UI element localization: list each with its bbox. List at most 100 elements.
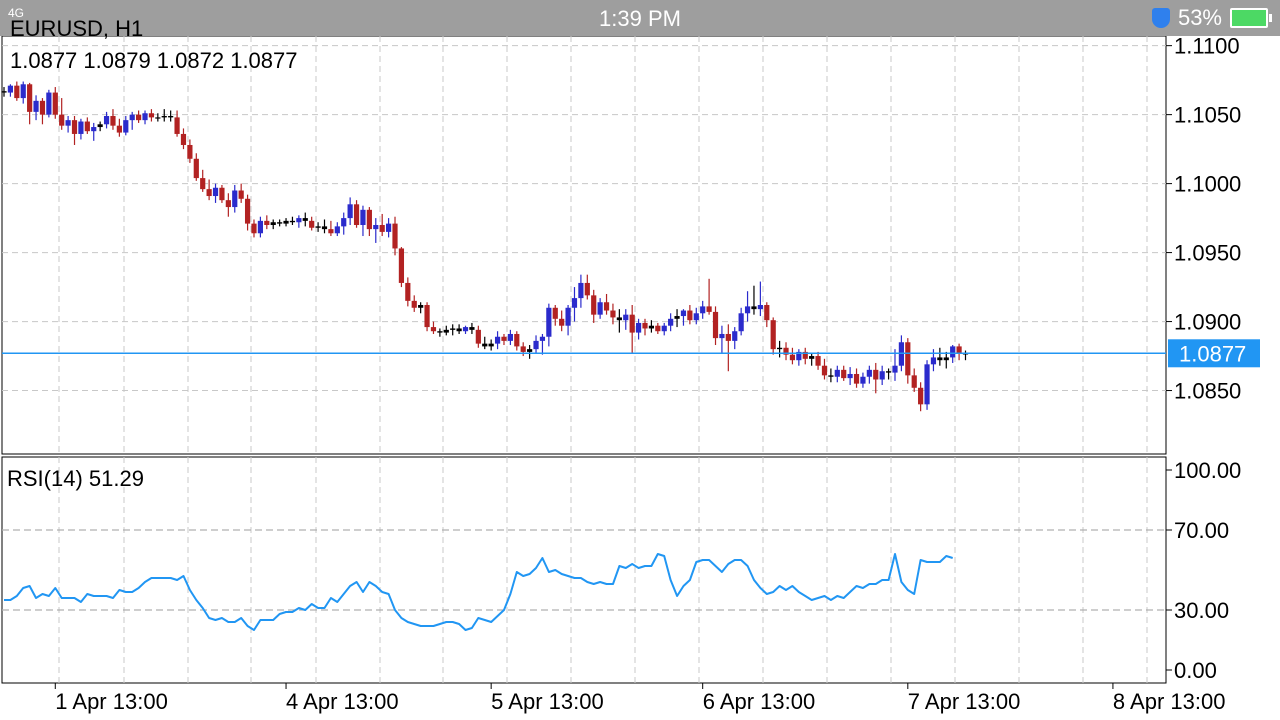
candle [879,365,885,386]
candle [392,216,398,256]
candle [289,216,296,225]
candle [142,110,148,125]
candle [507,329,513,346]
candle [821,358,828,380]
ohlc-values: 1.0877 1.0879 1.0872 1.0877 [10,48,298,73]
candle [629,305,635,354]
candle [680,309,687,326]
candle [238,183,244,203]
candle [20,81,26,104]
candle [347,197,353,225]
candle [744,291,751,322]
candle [411,295,417,312]
candle [39,98,46,125]
candle [937,347,943,366]
candle [161,109,167,122]
candle [597,298,603,319]
candle [27,82,33,125]
candle [52,87,58,119]
candle [424,302,430,332]
candle [33,95,39,121]
candle [783,342,789,361]
candle [514,331,520,351]
candle [65,116,71,133]
candle [552,305,558,326]
candle [373,218,379,243]
candle [777,340,783,358]
candle [71,116,78,145]
candle [321,219,328,234]
candle [539,333,546,355]
candle [924,360,930,410]
candle [283,218,289,227]
candle [655,322,661,334]
candle [219,184,225,203]
candle [533,335,539,354]
candle [200,169,206,192]
candle [14,81,20,101]
candle [450,324,456,336]
candle [591,289,597,323]
candle [206,179,212,201]
price-tick-label: 1.0950 [1174,241,1241,266]
rsi-label: RSI(14) 51.29 [7,466,144,491]
candle [257,216,263,238]
battery-icon [1230,8,1272,28]
candle [309,216,315,231]
candle [796,349,802,366]
candle [674,309,680,328]
candle [905,338,911,384]
candle [212,183,219,203]
candle [360,205,366,237]
candle [757,281,763,317]
candle [264,215,270,230]
candle [584,274,590,300]
candle [418,302,424,314]
x-tick-label: 1 Apr 13:00 [55,689,168,714]
current-price-label: 1.0877 [1179,341,1246,366]
rsi-panel-frame [1,456,1167,684]
candle [546,303,552,347]
candle [302,212,308,227]
price-tick-label: 1.1050 [1174,103,1241,128]
candle [661,322,667,336]
candle [828,368,834,383]
candle [366,207,372,237]
candle [956,343,962,361]
candle [251,219,257,238]
rsi-line [4,553,953,631]
candle [494,331,501,350]
candle [623,309,629,330]
candle [873,362,879,394]
candle [225,193,231,217]
candle [578,274,584,308]
candle [815,351,821,370]
candle [244,194,251,231]
candle [527,345,533,359]
candle [84,117,90,134]
candle [764,302,770,328]
candle [97,121,103,132]
candle [398,247,405,288]
candle [353,200,360,228]
candle [469,322,475,334]
candle [719,325,725,354]
candle [78,118,84,140]
candle [46,89,52,118]
x-tick-label: 8 Apr 13:00 [1113,689,1226,714]
candle [841,365,847,381]
candle [296,215,302,228]
candle [7,84,14,97]
price-tick-label: 1.1100 [1174,34,1240,59]
candle [136,110,142,123]
status-time: 1:39 PM [599,6,681,31]
candle [482,336,488,350]
candle [930,349,937,372]
candle [802,347,808,365]
x-tick-label: 5 Apr 13:00 [491,689,604,714]
candle [706,278,712,315]
chart-canvas[interactable]: 1.1100 1.1050 1.1000 1.0950 1.0900 1.0850 1.08… [0,0,1280,720]
candle [328,220,334,237]
candle [475,325,481,348]
x-tick-label: 6 Apr 13:00 [703,689,816,714]
